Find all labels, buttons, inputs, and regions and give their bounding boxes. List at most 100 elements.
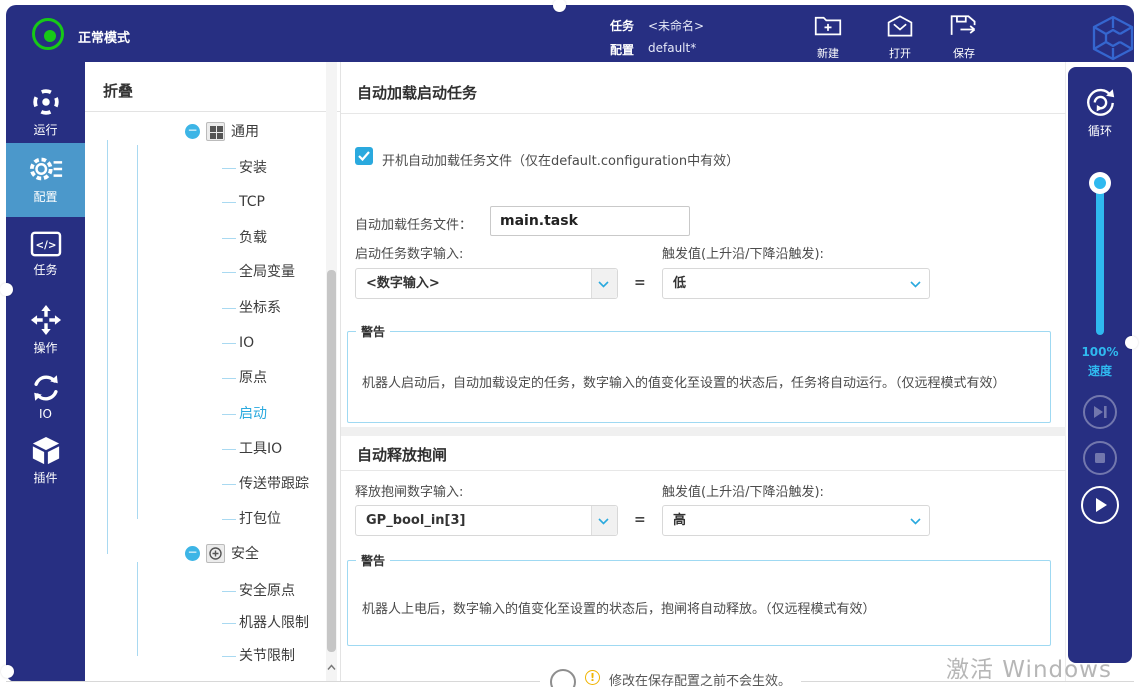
warning-text: 机器人启动后，自动加载设定的任务，数字输入的值变化至设置的状态后，任务将自动运行… <box>362 372 1006 391</box>
section-title-brake: 自动释放抱闸 <box>357 444 447 465</box>
warning-legend: 警告 <box>356 552 390 569</box>
app-logo <box>1091 15 1135 65</box>
section-divider <box>341 113 1066 114</box>
sidebar-item-run[interactable]: 运行 <box>6 86 85 138</box>
autoload-checkbox[interactable] <box>355 147 373 165</box>
new-button-label: 新建 <box>796 45 860 61</box>
tree-item-payload[interactable]: 负载 <box>85 228 335 248</box>
tree-item-origin[interactable]: 原点 <box>85 368 335 388</box>
tree-node-safety[interactable]: − 安全 <box>85 544 335 564</box>
move-arrows-icon <box>30 304 62 336</box>
left-handle-notch[interactable] <box>0 283 13 296</box>
step-next-button[interactable] <box>1083 395 1117 429</box>
collapse-minus-icon[interactable]: − <box>185 546 200 561</box>
new-button[interactable]: 新建 <box>796 13 860 61</box>
tree-collapse-header[interactable]: 折叠 <box>103 80 133 101</box>
save-button-label: 保存 <box>932 45 996 61</box>
safety-shield-icon <box>206 544 225 563</box>
equals-sign-1: = <box>634 275 646 291</box>
taskfile-label: 自动加载任务文件： <box>355 214 472 233</box>
top-bar: 正常模式 任务 <未命名> 配置 default* 新建 打开 保存 <box>6 5 1134 62</box>
tree-node-label: 安全 <box>231 544 259 564</box>
spinner-circle-icon <box>550 669 576 687</box>
footer-notice-text: 修改在保存配置之前不会生效。 <box>609 670 791 687</box>
sidebar-item-label: 任务 <box>33 263 57 277</box>
status-indicator <box>32 18 64 50</box>
cube-logo-icon <box>1091 15 1135 61</box>
taskfile-input[interactable] <box>490 206 690 236</box>
loop-icon <box>1083 84 1117 118</box>
save-button[interactable]: 保存 <box>932 13 996 61</box>
task-value: <未命名> <box>648 17 704 34</box>
tree-item-tcp[interactable]: TCP <box>85 192 335 212</box>
check-icon <box>357 149 371 163</box>
chevron-up-icon <box>327 664 336 671</box>
scroll-up-chevron[interactable] <box>326 656 337 674</box>
trigger-label-2: 触发值(上升沿/下降沿触发): <box>662 481 824 500</box>
run-icon <box>30 86 62 118</box>
new-file-icon <box>814 13 842 39</box>
warning-box-2: 警告 机器人上电后，数字输入的值变化至设置的状态后，抱闸将自动释放。（仅远程模式… <box>347 560 1051 646</box>
section-title-autoload: 自动加载启动任务 <box>357 82 477 103</box>
sidebar-item-plugin[interactable]: 插件 <box>6 436 85 486</box>
tree-separator <box>85 111 341 112</box>
tree-item-global-vars[interactable]: 全局变量 <box>85 262 335 282</box>
stop-icon <box>1085 443 1115 473</box>
speed-slider-knob[interactable] <box>1089 172 1111 194</box>
task-label: 任务 <box>610 17 634 34</box>
open-button[interactable]: 打开 <box>868 13 932 61</box>
tree-item-coordinates[interactable]: 坐标系 <box>85 298 335 318</box>
tree-item-io[interactable]: IO <box>85 333 335 353</box>
play-button[interactable] <box>1081 486 1119 524</box>
svg-text:</>: </> <box>35 240 56 252</box>
di-select-2[interactable]: GP_bool_in[3] <box>355 505 618 536</box>
tree-item-startup[interactable]: 启动 <box>85 404 335 424</box>
sidebar-item-task[interactable]: </> 任务 <box>6 230 85 278</box>
tree-item-robot-limits[interactable]: 机器人限制 <box>85 613 335 633</box>
trigger-select-1[interactable]: 低 <box>662 268 930 299</box>
general-grid-icon <box>206 122 225 141</box>
section-divider <box>341 470 1066 471</box>
tree-item-install[interactable]: 安装 <box>85 158 335 178</box>
play-icon <box>1083 488 1117 522</box>
chevron-down-icon <box>598 281 609 288</box>
sidebar-item-io[interactable]: IO <box>6 372 85 421</box>
warning-legend: 警告 <box>356 323 390 340</box>
collapse-minus-icon[interactable]: − <box>185 124 200 139</box>
tree-item-tool-io[interactable]: 工具IO <box>85 439 335 459</box>
tree-item-safety-origin[interactable]: 安全原点 <box>85 581 335 601</box>
sidebar-item-label: 操作 <box>33 341 57 355</box>
chevron-down-icon <box>910 518 921 525</box>
trigger-label-1: 触发值(上升沿/下降沿触发): <box>662 243 824 262</box>
sidebar-item-config[interactable]: 配置 <box>6 153 85 205</box>
warning-box-1: 警告 机器人启动后，自动加载设定的任务，数字输入的值变化至设置的状态后，任务将自… <box>347 331 1051 423</box>
code-task-icon: </> <box>30 230 62 258</box>
bottom-left-handle-notch[interactable] <box>1 665 14 678</box>
sidebar-item-label: IO <box>39 407 52 421</box>
speed-slider-track[interactable] <box>1096 183 1104 335</box>
gear-icon <box>28 153 64 185</box>
loop-button[interactable] <box>1083 84 1117 122</box>
section-separator-band <box>341 427 1066 436</box>
tree-item-packing[interactable]: 打包位 <box>85 509 335 529</box>
di-select-1[interactable]: <数字输入> <box>355 268 618 299</box>
trigger-select-2[interactable]: 高 <box>662 505 930 536</box>
sidebar-item-label: 运行 <box>33 123 57 137</box>
tree-node-general[interactable]: − 通用 <box>85 122 335 142</box>
loop-label: 循环 <box>1068 122 1132 139</box>
tree-item-conveyor[interactable]: 传送带跟踪 <box>85 474 335 494</box>
tree-scrollbar-thumb[interactable] <box>327 270 336 652</box>
app-window: 正常模式 任务 <未命名> 配置 default* 新建 打开 保存 <box>0 0 1144 697</box>
stop-button[interactable] <box>1083 441 1117 475</box>
chevron-down-icon <box>598 518 609 525</box>
open-file-icon <box>886 13 914 39</box>
equals-sign-2: = <box>634 512 646 528</box>
activate-windows-watermark: 激活 Windows <box>946 650 1112 684</box>
open-button-label: 打开 <box>868 45 932 61</box>
speed-value: 100% <box>1068 345 1132 359</box>
di-label-1: 启动任务数字输入: <box>355 243 463 262</box>
status-dot-icon <box>44 30 56 42</box>
tree-item-joint-limits[interactable]: 关节限制 <box>85 646 335 666</box>
sidebar-item-operate[interactable]: 操作 <box>6 304 85 356</box>
right-handle-notch[interactable] <box>1125 336 1138 349</box>
